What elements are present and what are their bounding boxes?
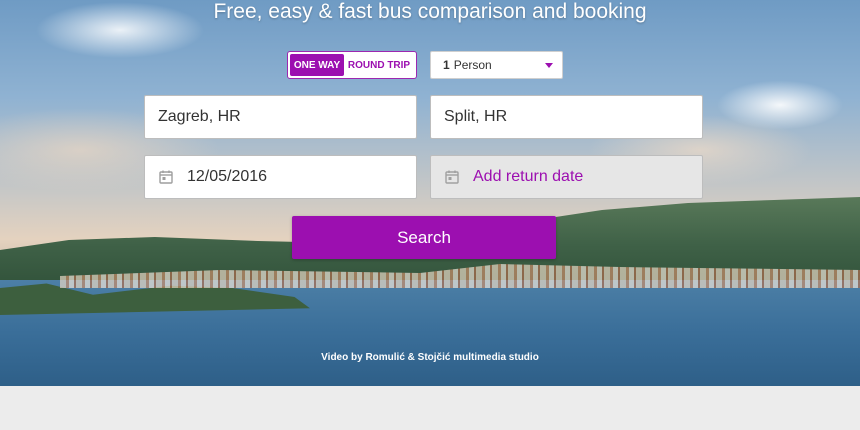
hero-background: Free, easy & fast bus comparison and boo… (0, 0, 860, 386)
from-value: Zagreb, HR (158, 108, 241, 125)
departure-date-value: 12/05/2016 (187, 168, 268, 185)
from-field[interactable]: Zagreb, HR (144, 95, 417, 139)
one-way-button[interactable]: ONE WAY (290, 54, 344, 76)
video-credit: Video by Romulić & Stojčić multimedia st… (321, 352, 539, 363)
round-trip-button[interactable]: ROUND TRIP (344, 54, 414, 76)
to-field[interactable]: Split, HR (430, 95, 703, 139)
return-date-label: Add return date (473, 168, 584, 185)
footer-band (0, 386, 860, 430)
return-date-field[interactable]: Add return date (430, 155, 703, 199)
trip-type-toggle: ONE WAY ROUND TRIP (287, 51, 417, 79)
departure-date-field[interactable]: 12/05/2016 (144, 155, 417, 199)
chevron-down-icon (545, 63, 553, 68)
search-button[interactable]: Search (292, 216, 556, 259)
hero-headline: Free, easy & fast bus comparison and boo… (213, 0, 647, 23)
calendar-icon (159, 170, 173, 184)
to-value: Split, HR (444, 108, 508, 125)
passenger-unit: Person (453, 58, 492, 72)
passenger-count: 1 (443, 58, 450, 72)
calendar-icon (445, 170, 459, 184)
passenger-select[interactable]: 1 Person (430, 51, 563, 79)
